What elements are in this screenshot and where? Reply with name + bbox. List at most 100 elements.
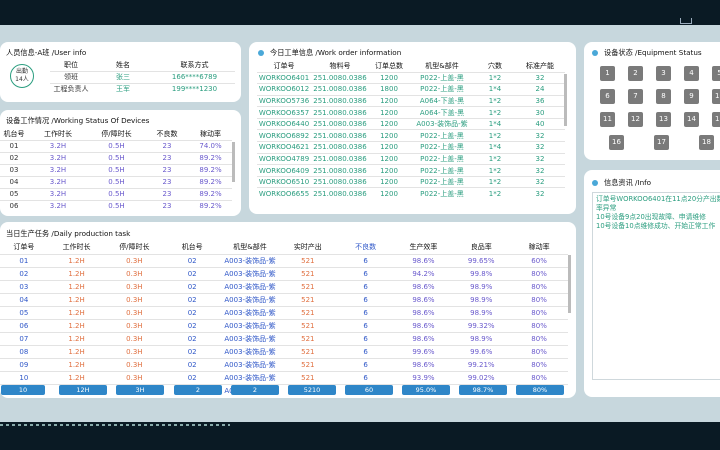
equipment-button[interactable]: 17 [654,135,669,150]
table-row[interactable]: 06 3.2H 0.5H 23 89.2% [0,200,232,212]
table-cell: 1*2 [488,178,502,187]
table-row[interactable]: 07 1.2H 0.3H 02 A003-装饰品-紫 521 6 98.6% 98.9% 80% [0,332,568,345]
table-row[interactable]: 05 3.2H 0.5H 23 89.2% [0,188,232,200]
table-row[interactable]: 06 1.2H 0.3H 02 A003-装饰品-紫 521 6 98.6% 99.32% 80% [0,319,568,332]
table-row[interactable]: WORKOO6357 251.0080.0386 1200 A064-下盖-黑 1*2 3… [257,106,565,119]
equipment-button[interactable]: 16 [609,135,624,150]
table-cell: P022-上盖-黑 [420,166,464,175]
equipment-button[interactable]: 9 [684,89,699,104]
table-cell: 01 [19,256,29,265]
table-cell: 98.9% [470,295,493,304]
table-cell: 521 [301,282,315,291]
equipment-button[interactable]: 14 [684,112,699,127]
table-cell: A003-装饰品-紫 [224,334,276,343]
table-cell: 251.0080.0386 [313,73,367,82]
table-cell: 3.2H [49,142,67,150]
table-row[interactable]: WORKOO6409 251.0080.0386 1200 P022-上盖-黑 1*2 3… [257,164,565,177]
table-cell: A003-装饰品-紫 [224,360,276,369]
table-row[interactable]: 04 1.2H 0.3H 02 A003-装饰品-紫 521 6 98.6% 98.9% 80% [0,293,568,306]
column-header: 良品率 [470,243,492,252]
table-cell: 06 [9,202,19,211]
table-row[interactable]: 08 1.2H 0.3H 02 A003-装饰品-紫 521 6 99.6% 99.6% 80% [0,345,568,358]
column-header: 订单总数 [375,61,403,70]
table-row[interactable]: 09 1.2H 0.3H 02 A003-装饰品-紫 521 6 98.6% 99.21% 80% [0,358,568,371]
table-cell: 1200 [380,131,398,140]
equipment-button[interactable]: 4 [684,66,699,81]
info-line: 率异常 [596,204,617,212]
column-header: 停/障时长 [119,243,150,252]
table-cell: 32 [535,131,545,140]
table-row[interactable]: 02 1.2H 0.3H 02 A003-装饰品-紫 521 6 94.2% 99.8% 80% [0,267,568,280]
table-cell: 521 [301,269,315,278]
equipment-button[interactable]: 11 [600,112,615,127]
equipment-button[interactable]: 3 [656,66,671,81]
daily-task-scrollbar[interactable] [568,255,571,313]
table-row[interactable]: 05 1.2H 0.3H 02 A003-装饰品-紫 521 6 98.6% 98.9% 80% [0,306,568,319]
equipment-button[interactable]: 6 [600,89,615,104]
table-cell: 02 [9,154,19,162]
table-cell: 1.2H [68,373,85,382]
table-cell: 3.2H [49,178,67,186]
table-cell: WORKOO6012 [258,85,310,94]
equipment-button[interactable]: 13 [656,112,671,127]
equipment-button[interactable]: 8 [656,89,671,104]
table-cell: 1*2 [488,73,502,82]
table-cell: 98.6% [412,334,435,343]
equipment-button[interactable]: 10 [712,89,720,104]
table-cell: 06 [19,321,29,330]
info-panel: 信息资讯 /Info 订单号WORKOO6401在11点20分产出数 率异常 1… [584,170,720,397]
table-cell: 1.2H [68,269,85,278]
table-cell: 1200 [380,96,398,105]
window-control-icon[interactable] [680,18,692,24]
table-cell: 1.2H [68,295,85,304]
table-cell: 251.0080.0386 [313,178,367,187]
table-row[interactable]: 03 1.2H 0.3H 02 A003-装饰品-紫 521 6 98.6% 98.9% 80% [0,280,568,293]
table-row[interactable]: WORKOO6892 251.0080.0386 1200 P022-上盖-黑 1*2 3… [257,129,565,142]
table-cell: 94.2% [412,269,435,278]
table-cell: 1*4 [488,85,502,94]
table-row[interactable]: 01 1.2H 0.3H 02 A003-装饰品-紫 521 6 98.6% 99.65% 60% [0,254,568,267]
table-cell: A003-装饰品-紫 [224,347,276,356]
equipment-button[interactable]: 1 [600,66,615,81]
table-row[interactable]: 10 1.2H 0.3H 02 A003-装饰品-紫 521 6 93.9% 99.02% 80% [0,371,568,384]
table-row[interactable]: 领班 张三 166****6789 [50,71,235,83]
table-cell: 02 [187,256,197,265]
table-cell: 80% [531,282,547,291]
equipment-button[interactable]: 2 [628,66,643,81]
equipment-button[interactable]: 7 [628,89,643,104]
table-row[interactable]: 工程负责人 王军 199****1230 [50,83,235,95]
table-row[interactable]: WORKOO4621 251.0080.0386 1200 P022-上盖-黑 1*4 3… [257,141,565,154]
table-cell: 6 [363,373,368,382]
table-cell: 领班 [64,73,78,81]
table-cell: 01 [9,142,19,150]
table-row[interactable]: WORKOO6401 251.0080.0386 1200 P022-上盖-黑 1*2 3… [257,72,565,84]
table-row[interactable]: 02 3.2H 0.5H 23 89.2% [0,152,232,164]
table-row[interactable]: WORKOO6655 251.0080.0386 1200 P022-上盖-黑 1*2 3… [257,187,565,200]
table-row[interactable]: WORKOO5736 251.0080.0386 1200 A064-下盖-黑 1*2 3… [257,95,565,107]
summary-cell: 95.0% [402,385,450,395]
table-row[interactable]: WORKOO6440 251.0080.0386 1200 A003-装饰品-紫 1*4… [257,118,565,130]
table-row[interactable]: WORKOO6012 251.0080.0386 1800 P022-上盖-黑 1*4 2… [257,83,565,96]
equipment-button[interactable]: 18 [699,135,714,150]
work-order-scrollbar[interactable] [564,74,567,126]
table-cell: WORKOO6655 [258,189,310,198]
table-cell: 0.3H [126,269,143,278]
user-info-table: 职位 姓名 联系方式 领班 张三 166****6789 工程负责人 王军 199****12… [50,59,235,95]
table-row[interactable]: 01 3.2H 0.5H 23 74.0% [0,140,232,152]
table-row[interactable]: WORKOO6510 251.0080.0386 1200 P022-上盖-黑 1*2 3… [257,176,565,188]
table-row[interactable]: 03 3.2H 0.5H 23 89.2% [0,164,232,176]
table-cell: 02 [187,295,197,304]
table-cell: 23 [162,166,172,174]
table-cell: 1200 [380,120,398,129]
equipment-button[interactable]: 12 [628,112,643,127]
table-row[interactable]: WORKOO4789 251.0080.0386 1200 P022-上盖-黑 1*2 3… [257,153,565,165]
equipment-button[interactable]: 5 [712,66,720,81]
column-header: 标准产能 [526,61,554,70]
device-status-scrollbar[interactable] [232,142,235,182]
table-cell: WORKOO5736 [258,96,310,105]
table-cell: 80% [531,347,547,356]
table-cell: 251.0080.0386 [313,108,367,117]
table-cell: 251.0080.0386 [313,85,367,94]
table-row[interactable]: 04 3.2H 0.5H 23 89.2% [0,176,232,188]
equipment-button[interactable]: 15 [712,112,720,127]
